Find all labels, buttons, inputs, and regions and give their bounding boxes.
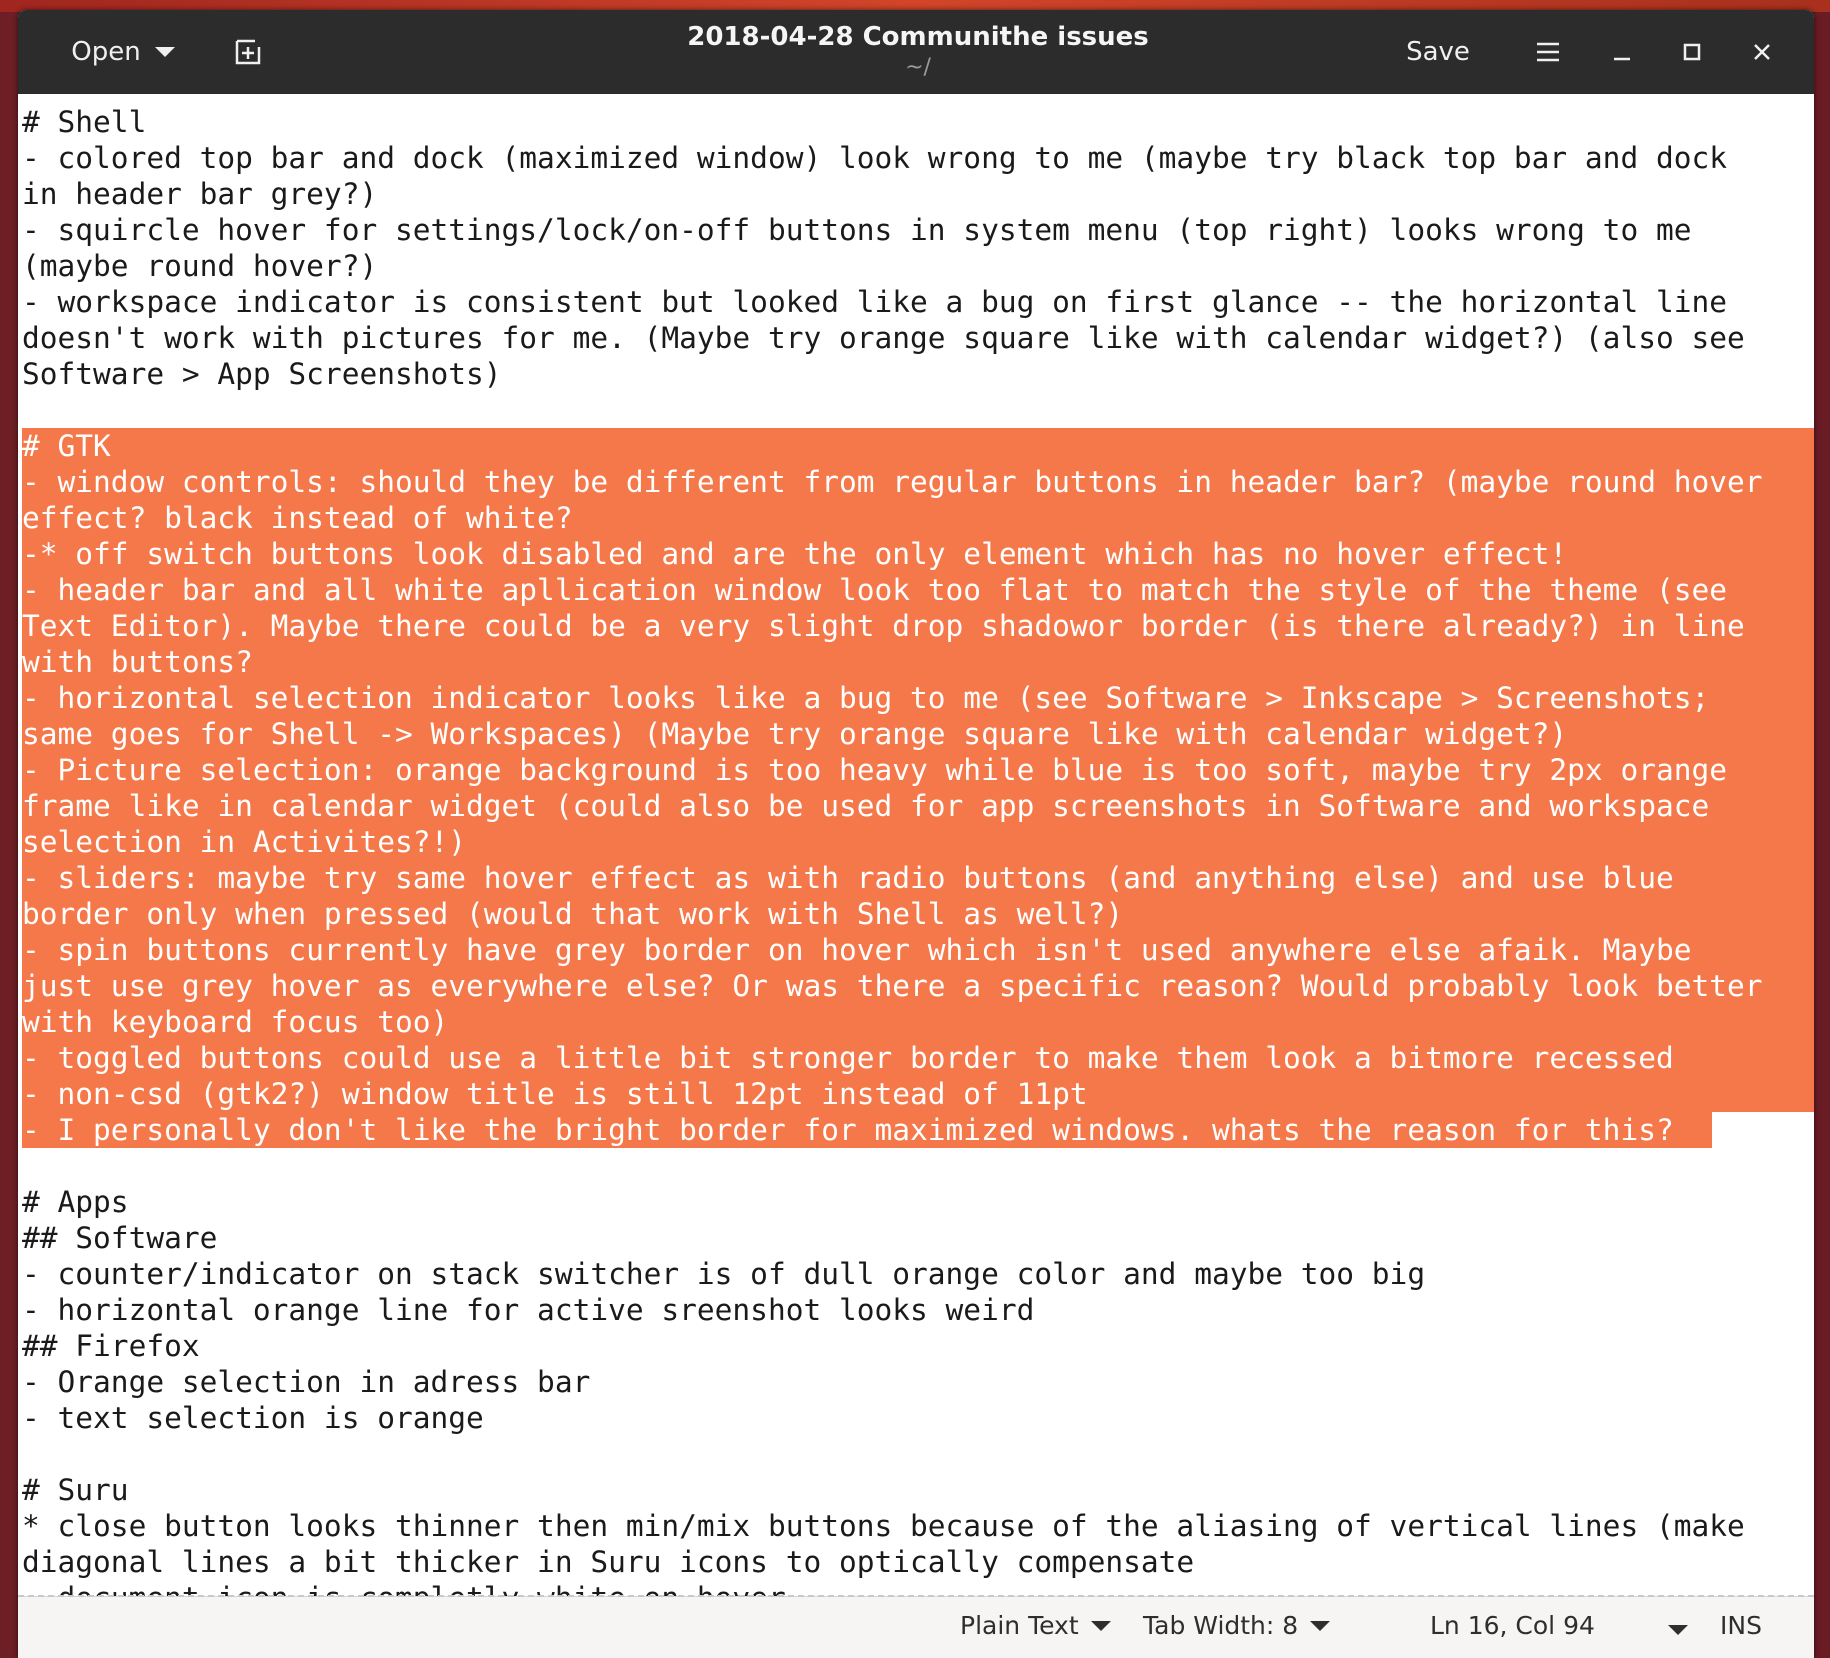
language-label: Plain Text xyxy=(960,1611,1079,1640)
editor-line[interactable]: -* off switch buttons look disabled and … xyxy=(22,536,1567,572)
editor-line[interactable]: # GTK xyxy=(22,428,111,464)
editor-line[interactable]: - horizontal selection indicator looks l… xyxy=(22,680,1709,716)
open-button[interactable]: Open xyxy=(48,28,198,76)
editor-line[interactable]: - sliders: maybe try same hover effect a… xyxy=(22,860,1674,896)
desktop-background-left xyxy=(0,12,18,1658)
editor-line[interactable]: with keyboard focus too) xyxy=(22,1004,448,1040)
editor-line[interactable]: # Shell xyxy=(22,104,146,140)
language-selector[interactable]: Plain Text xyxy=(960,1611,1111,1640)
editor-line[interactable]: Text Editor). Maybe there could be a ver… xyxy=(22,608,1745,644)
close-button[interactable] xyxy=(1732,28,1792,76)
editor-line[interactable]: - counter/indicator on stack switcher is… xyxy=(22,1256,1425,1292)
chevron-down-icon xyxy=(1090,1620,1111,1631)
editor-line[interactable]: - Orange selection in adress bar xyxy=(22,1364,590,1400)
editor-line[interactable]: selection in Activites?!) xyxy=(22,824,466,860)
new-document-button[interactable] xyxy=(218,28,278,76)
window-title: 2018-04-28 Communithe issues xyxy=(687,22,1149,52)
text-editor-area[interactable]: # Shell - colored top bar and dock (maxim… xyxy=(18,94,1814,1596)
editor-line[interactable]: - text selection is orange xyxy=(22,1400,484,1436)
cursor-position[interactable]: Ln 16, Col 94 xyxy=(1430,1611,1595,1640)
editor-line[interactable]: ## Software xyxy=(22,1220,217,1256)
editor-line[interactable]: ## Firefox xyxy=(22,1328,200,1364)
save-button[interactable]: Save xyxy=(1388,28,1488,76)
maximize-button[interactable] xyxy=(1662,28,1722,76)
selection-highlight xyxy=(22,644,1814,680)
cursor-position-label: Ln 16, Col 94 xyxy=(1430,1611,1595,1640)
chevron-down-icon xyxy=(1310,1620,1331,1631)
window-subtitle: ~/ xyxy=(905,55,931,80)
new-tab-icon xyxy=(235,39,261,65)
editor-line[interactable]: - window controls: should they be differ… xyxy=(22,464,1763,500)
editor-line[interactable]: - Picture selection: orange background i… xyxy=(22,752,1727,788)
chevron-down-icon xyxy=(1668,1625,1688,1635)
editor-line[interactable]: * close button looks thinner then min/mi… xyxy=(22,1508,1745,1544)
editor-line[interactable]: with buttons? xyxy=(22,644,253,680)
minimize-icon xyxy=(1614,57,1630,61)
editor-line[interactable]: in header bar grey?) xyxy=(22,176,377,212)
insert-mode-indicator: INS xyxy=(1720,1611,1762,1640)
hamburger-icon xyxy=(1537,42,1559,62)
editor-line[interactable]: diagonal lines a bit thicker in Suru ico… xyxy=(22,1544,1194,1580)
status-bar-divider xyxy=(18,1595,1814,1597)
editor-line[interactable]: - document icon is completly white on ho… xyxy=(22,1580,786,1596)
editor-line[interactable]: - I personally don't like the bright bor… xyxy=(22,1112,1674,1148)
editor-line[interactable]: # Suru xyxy=(22,1472,129,1508)
insert-mode-label: INS xyxy=(1720,1611,1762,1640)
minimize-button[interactable] xyxy=(1592,28,1652,76)
editor-line[interactable]: - toggled buttons could use a little bit… xyxy=(22,1040,1674,1076)
selection-highlight xyxy=(22,428,1814,464)
close-icon xyxy=(1754,44,1770,60)
editor-line[interactable]: - workspace indicator is consistent but … xyxy=(22,284,1727,320)
tab-width-label: Tab Width: 8 xyxy=(1143,1611,1299,1640)
maximize-icon xyxy=(1683,43,1701,61)
editor-line[interactable]: just use grey hover as everywhere else? … xyxy=(22,968,1763,1004)
editor-line[interactable]: same goes for Shell -> Workspaces) (Mayb… xyxy=(22,716,1567,752)
editor-line[interactable]: Software > App Screenshots) xyxy=(22,356,502,392)
tab-width-selector[interactable]: Tab Width: 8 xyxy=(1143,1611,1331,1640)
editor-line[interactable]: border only when pressed (would that wor… xyxy=(22,896,1123,932)
editor-line[interactable]: - colored top bar and dock (maximized wi… xyxy=(22,140,1727,176)
status-bar: Plain Text Tab Width: 8 Ln 16, Col 94 IN… xyxy=(18,1595,1814,1658)
chevron-down-icon xyxy=(154,47,175,57)
editor-line[interactable]: - non-csd (gtk2?) window title is still … xyxy=(22,1076,1088,1112)
editor-line[interactable]: effect? black instead of white? xyxy=(22,500,573,536)
desktop-background-right xyxy=(1814,12,1830,1658)
editor-line[interactable]: - horizontal orange line for active sree… xyxy=(22,1292,1034,1328)
hamburger-menu-button[interactable] xyxy=(1518,28,1578,76)
editor-line[interactable]: - spin buttons currently have grey borde… xyxy=(22,932,1692,968)
editor-line[interactable]: doesn't work with pictures for me. (Mayb… xyxy=(22,320,1745,356)
editor-line[interactable]: frame like in calendar widget (could als… xyxy=(22,788,1709,824)
text-editor-window: Open 2018-04-28 Communithe issues ~/ Sav… xyxy=(18,10,1814,1658)
editor-line[interactable]: (maybe round hover?) xyxy=(22,248,377,284)
open-button-label: Open xyxy=(71,37,141,67)
cursor-position-dropdown[interactable] xyxy=(1668,1625,1688,1635)
editor-line[interactable]: - squircle hover for settings/lock/on-of… xyxy=(22,212,1692,248)
editor-line[interactable]: - header bar and all white apllication w… xyxy=(22,572,1727,608)
editor-line[interactable]: # Apps xyxy=(22,1184,129,1220)
header-bar: Open 2018-04-28 Communithe issues ~/ Sav… xyxy=(18,10,1814,94)
window-title-block: 2018-04-28 Communithe issues ~/ xyxy=(618,20,1218,82)
